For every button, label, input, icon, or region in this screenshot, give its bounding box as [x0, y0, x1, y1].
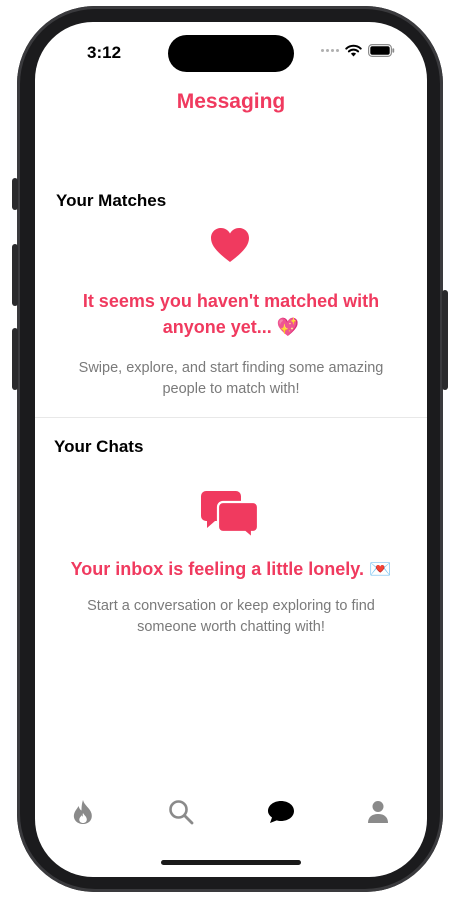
chats-section-title: Your Chats — [54, 437, 144, 456]
matches-section-title: Your Matches — [56, 191, 167, 210]
page-title: Messaging — [176, 90, 286, 113]
home-indicator — [161, 860, 301, 865]
tab-profile[interactable] — [358, 792, 398, 832]
person-icon — [368, 801, 388, 823]
flame-icon — [73, 800, 92, 824]
tab-discover[interactable] — [63, 792, 103, 832]
status-icons — [321, 44, 395, 57]
chat-bubbles-icon — [201, 491, 259, 539]
matches-empty-subtext: Swipe, explore, and start finding some a… — [78, 360, 384, 397]
section-divider — [35, 417, 427, 418]
chats-empty-subtext: Start a conversation or keep exploring t… — [87, 598, 375, 635]
tab-search[interactable] — [161, 792, 201, 832]
wifi-icon — [345, 44, 362, 57]
matches-empty-headline: It seems you haven't matched with anyone… — [82, 291, 380, 337]
power-button — [442, 290, 448, 390]
volume-up-button — [12, 244, 18, 306]
dynamic-island — [168, 35, 294, 72]
screen: 3:12 Messaging Your Matches It seems you… — [35, 22, 427, 877]
tab-messages[interactable] — [261, 792, 301, 832]
chat-icon — [268, 801, 294, 823]
search-icon — [169, 800, 194, 825]
chats-empty-headline: Your inbox is feeling a little lonely. 💌 — [70, 559, 392, 579]
status-time: 3:12 — [87, 43, 122, 62]
volume-down-button — [12, 328, 18, 390]
silent-switch — [12, 178, 18, 210]
heart-icon — [211, 228, 249, 262]
battery-icon — [368, 44, 395, 57]
signal-dots-icon — [321, 49, 339, 52]
tab-bar — [35, 792, 427, 832]
